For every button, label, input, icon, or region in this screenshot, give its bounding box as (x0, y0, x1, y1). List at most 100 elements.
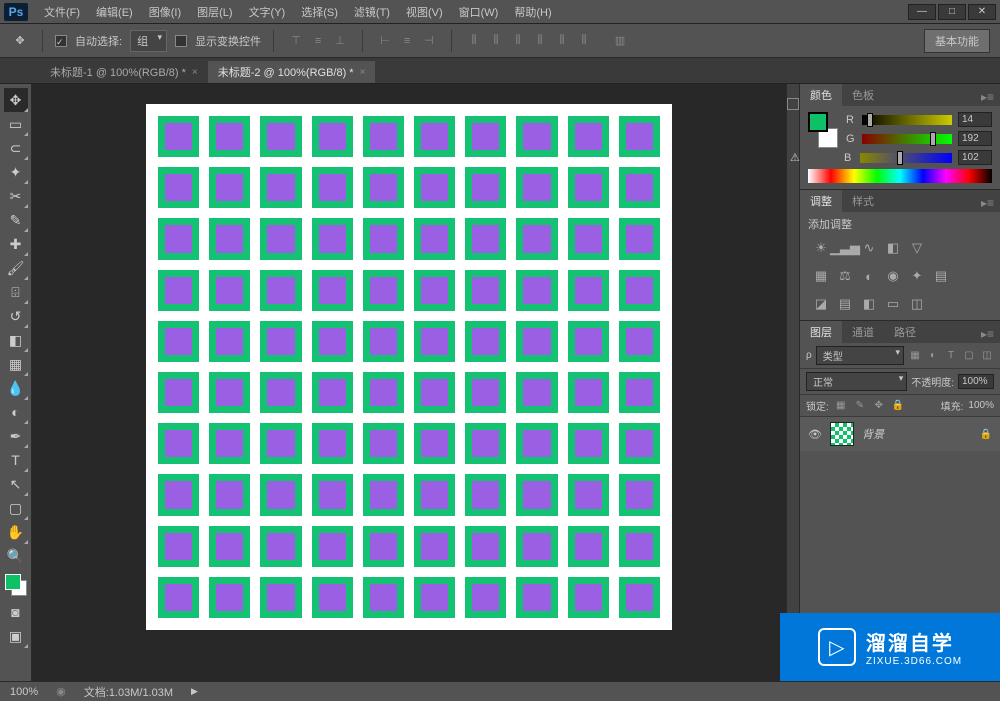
hue-icon[interactable]: ▦ (812, 268, 830, 284)
b-value[interactable]: 102 (958, 150, 992, 165)
menu-filter[interactable]: 滤镜(T) (346, 2, 398, 22)
invert-icon[interactable]: ◪ (812, 296, 830, 312)
align-vcenter-icon[interactable]: ≡ (308, 31, 328, 51)
photo-filter-icon[interactable]: ◉ (884, 268, 902, 284)
fg-swatch[interactable] (808, 112, 828, 132)
curves-icon[interactable]: ∿ (860, 240, 878, 256)
panel-menu-icon[interactable]: ▸≡ (975, 88, 1000, 106)
menu-image[interactable]: 图像(I) (141, 2, 189, 22)
status-arrow-icon[interactable]: ▶ (191, 686, 198, 697)
r-slider[interactable] (862, 115, 952, 125)
selective-color-icon[interactable]: ◫ (908, 296, 926, 312)
fill-value[interactable]: 100% (968, 400, 994, 411)
menu-file[interactable]: 文件(F) (36, 2, 88, 22)
panel-strip-icon[interactable] (787, 98, 799, 110)
filter-adjust-icon[interactable]: ◐ (926, 350, 940, 361)
document-tab-1[interactable]: 未标题-1 @ 100%(RGB/8) * × (40, 61, 208, 83)
align-hcenter-icon[interactable]: ≡ (397, 31, 417, 51)
distribute-icon[interactable]: ⫼ (508, 31, 528, 51)
tab-swatches[interactable]: 色板 (842, 84, 884, 106)
eraser-tool[interactable]: ◧ (4, 328, 28, 352)
brightness-icon[interactable]: ☀ (812, 240, 830, 256)
menu-type[interactable]: 文字(Y) (241, 2, 294, 22)
visibility-icon[interactable]: 👁 (808, 428, 822, 441)
marquee-tool[interactable]: ▭ (4, 112, 28, 136)
layer-name[interactable]: 背景 (862, 426, 972, 442)
bw-icon[interactable]: ◐ (860, 268, 878, 284)
close-button[interactable]: ✕ (968, 4, 996, 20)
tab-close-icon[interactable]: × (192, 67, 198, 78)
channel-mixer-icon[interactable]: ✦ (908, 268, 926, 284)
menu-window[interactable]: 窗口(W) (451, 2, 507, 22)
blur-tool[interactable]: 💧 (4, 376, 28, 400)
balance-icon[interactable]: ⚖ (836, 268, 854, 284)
menu-help[interactable]: 帮助(H) (506, 2, 559, 22)
r-value[interactable]: 14 (958, 112, 992, 127)
tab-channels[interactable]: 通道 (842, 321, 884, 343)
auto-select-dropdown[interactable]: 组 (130, 30, 167, 52)
auto-select-checkbox[interactable] (55, 35, 67, 47)
status-icon[interactable]: ◉ (56, 685, 66, 698)
quickmask-tool[interactable]: ◙ (4, 600, 28, 624)
filter-smart-icon[interactable]: ◫ (980, 350, 994, 361)
threshold-icon[interactable]: ◧ (860, 296, 878, 312)
gradient-tool[interactable]: ▦ (4, 352, 28, 376)
canvas-area[interactable] (32, 84, 786, 681)
lock-all-icon[interactable]: 🔒 (891, 400, 905, 411)
align-bottom-icon[interactable]: ⊥ (330, 31, 350, 51)
eyedropper-tool[interactable]: ✎ (4, 208, 28, 232)
vibrance-icon[interactable]: ▽ (908, 240, 926, 256)
filter-type-icon[interactable]: T (944, 350, 958, 361)
tab-adjustments[interactable]: 调整 (800, 190, 842, 212)
lock-pixel-icon[interactable]: ✎ (853, 400, 867, 411)
b-slider[interactable] (860, 153, 952, 163)
panel-menu-icon[interactable]: ▸≡ (975, 194, 1000, 212)
menu-edit[interactable]: 编辑(E) (88, 2, 141, 22)
wand-tool[interactable]: ✦ (4, 160, 28, 184)
move-tool[interactable]: ✥ (4, 88, 28, 112)
g-slider[interactable] (862, 134, 952, 144)
align-left-icon[interactable]: ⊢ (375, 31, 395, 51)
menu-layer[interactable]: 图层(L) (189, 2, 240, 22)
filter-pixel-icon[interactable]: ▦ (908, 350, 922, 361)
filter-shape-icon[interactable]: ▢ (962, 350, 976, 361)
tab-color[interactable]: 颜色 (800, 84, 842, 106)
heal-tool[interactable]: ✚ (4, 232, 28, 256)
posterize-icon[interactable]: ▤ (836, 296, 854, 312)
dodge-tool[interactable]: ◐ (4, 400, 28, 424)
distribute-icon[interactable]: ⫼ (486, 31, 506, 51)
shape-tool[interactable]: ▢ (4, 496, 28, 520)
pen-tool[interactable]: ✒ (4, 424, 28, 448)
workspace-button[interactable]: 基本功能 (924, 29, 990, 53)
path-tool[interactable]: ↖ (4, 472, 28, 496)
tab-close-icon[interactable]: × (360, 67, 366, 78)
screenmode-tool[interactable]: ▣ (4, 624, 28, 648)
lock-trans-icon[interactable]: ▦ (834, 400, 848, 411)
lasso-tool[interactable]: ⊂ (4, 136, 28, 160)
align-right-icon[interactable]: ⊣ (419, 31, 439, 51)
crop-tool[interactable]: ✂ (4, 184, 28, 208)
distribute-icon[interactable]: ⫼ (552, 31, 572, 51)
tab-styles[interactable]: 样式 (842, 190, 884, 212)
g-value[interactable]: 192 (958, 131, 992, 146)
minimize-button[interactable]: — (908, 4, 936, 20)
color-swatch[interactable] (5, 574, 27, 596)
layer-item-background[interactable]: 👁 背景 🔒 (800, 417, 1000, 451)
lookup-icon[interactable]: ▤ (932, 268, 950, 284)
color-spectrum[interactable] (808, 169, 992, 183)
lock-pos-icon[interactable]: ✥ (872, 400, 886, 411)
gradient-map-icon[interactable]: ▭ (884, 296, 902, 312)
exposure-icon[interactable]: ◧ (884, 240, 902, 256)
zoom-tool[interactable]: 🔍 (4, 544, 28, 568)
type-tool[interactable]: T (4, 448, 28, 472)
menu-view[interactable]: 视图(V) (398, 2, 451, 22)
collapsed-panel-strip[interactable] (786, 84, 800, 681)
arrange-icon[interactable]: ▥ (610, 31, 630, 51)
levels-icon[interactable]: ▁▃▅ (836, 240, 854, 256)
layer-thumbnail[interactable] (830, 422, 854, 446)
distribute-icon[interactable]: ⫼ (574, 31, 594, 51)
stamp-tool[interactable]: ⌹ (4, 280, 28, 304)
align-top-icon[interactable]: ⊤ (286, 31, 306, 51)
zoom-level[interactable]: 100% (10, 686, 38, 698)
document-tab-2[interactable]: 未标题-2 @ 100%(RGB/8) * × (208, 61, 376, 83)
